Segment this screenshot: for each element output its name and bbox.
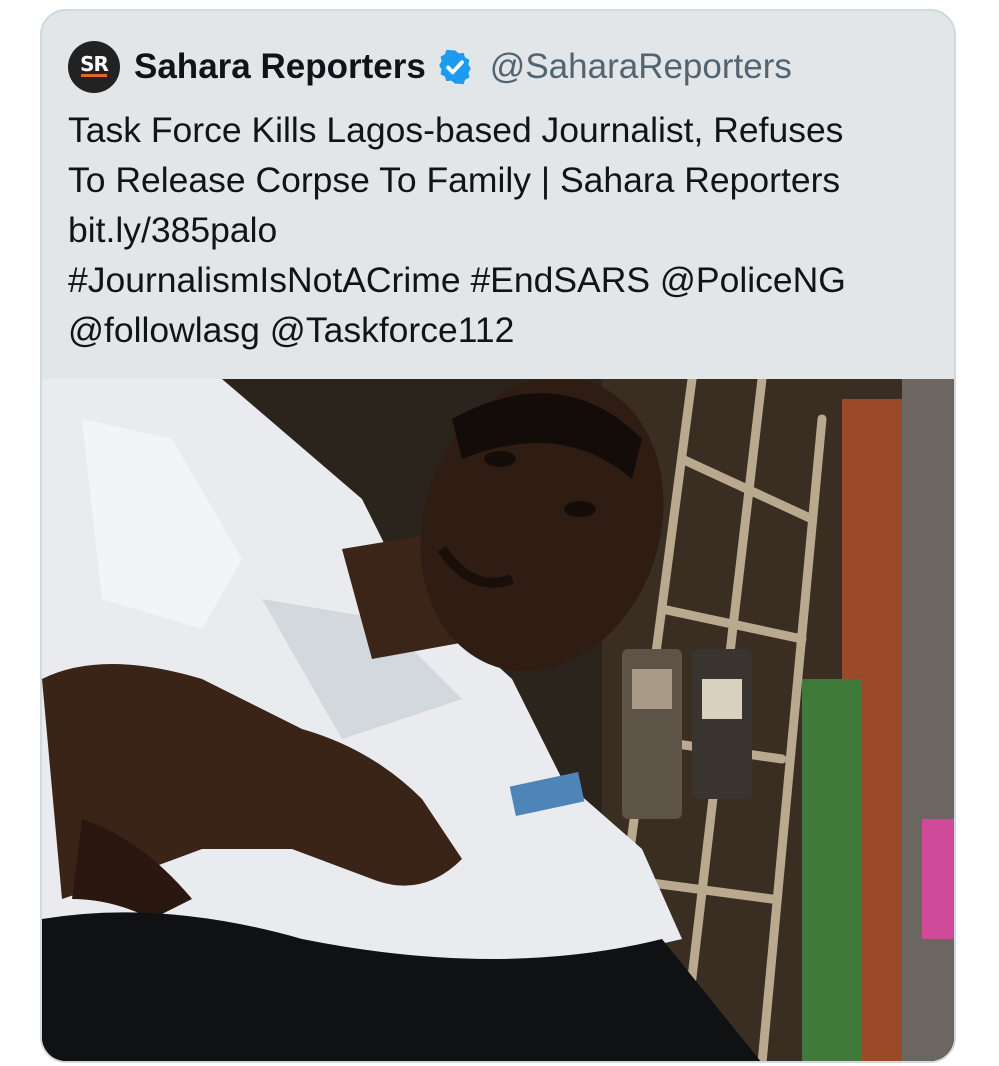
avatar-logo-text: SR [80, 52, 109, 76]
tweet-mentions[interactable]: @followlasg @Taskforce112 [68, 305, 938, 355]
tweet-card[interactable]: SR Sahara Reporters @SaharaReporters Tas… [40, 9, 956, 1063]
tweet-link[interactable]: bit.ly/385palo [68, 205, 938, 255]
tweet-hashtags-mentions[interactable]: #JournalismIsNotACrime #EndSARS @PoliceN… [68, 255, 938, 305]
tweet-text-line: To Release Corpse To Family | Sahara Rep… [68, 160, 841, 200]
avatar-logo-accent [81, 74, 107, 77]
tweet-text-line: Task Force Kills Lagos-based Journalist,… [68, 110, 844, 150]
tweet-header: SR Sahara Reporters @SaharaReporters [68, 39, 792, 95]
author-display-name[interactable]: Sahara Reporters [134, 47, 426, 87]
tweet-photo[interactable] [42, 379, 954, 1061]
author-handle[interactable]: @SaharaReporters [490, 47, 792, 87]
verified-badge-icon [438, 49, 471, 85]
tweet-body: Task Force Kills Lagos-based Journalist,… [68, 105, 938, 355]
avatar[interactable]: SR [68, 41, 120, 93]
photo-illustration [42, 379, 954, 1061]
